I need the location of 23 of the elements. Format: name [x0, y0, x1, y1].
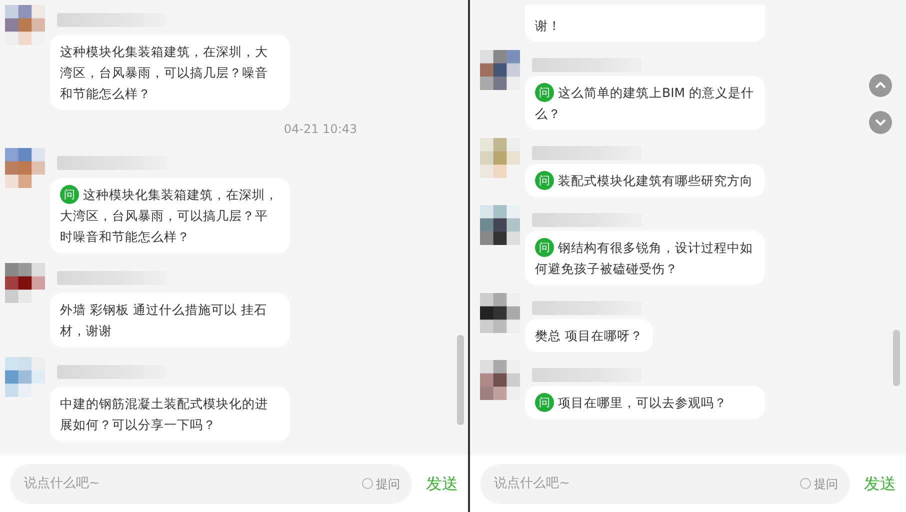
message-bubble: 谢！ — [525, 5, 765, 42]
message-bubble: 问 项目在哪里，可以去参观吗？ — [525, 386, 765, 419]
scroll-up-button[interactable] — [869, 74, 892, 97]
message-input[interactable]: 说点什么吧~ 提问 — [10, 464, 412, 504]
scrollbar-thumb[interactable] — [893, 330, 900, 386]
chevron-up-icon — [875, 82, 886, 89]
message-bubble: 问 钢结构有很多锐角，设计过程中如何避免孩子被磕碰受伤？ — [525, 231, 765, 285]
message-bubble: 樊总 项目在哪呀？ — [525, 319, 653, 352]
message-bubble: 问 装配式模块化建筑有哪些研究方向 — [525, 164, 765, 197]
send-button[interactable]: 发送 — [864, 472, 896, 496]
message-bubble: 这种模块化集装箱建筑，在深圳，大湾区，台风暴雨，可以搞几层？噪音和节能怎么样？ — [50, 35, 290, 110]
message-bubble: 外墙 彩钢板 通过什么措施可以 挂石材，谢谢 — [50, 293, 290, 347]
scroll-down-button[interactable] — [869, 111, 892, 134]
send-button[interactable]: 发送 — [426, 472, 458, 496]
ask-question-radio[interactable]: 提问 — [362, 474, 400, 492]
chevron-down-icon — [875, 119, 886, 126]
timestamp: 04-21 10:43 — [284, 121, 358, 138]
message-bubble: 问 这种模块化集装箱建筑，在深圳，大湾区，台风暴雨，可以搞几层？平时噪音和节能怎么样？ — [50, 178, 290, 253]
scrollbar-thumb[interactable] — [457, 335, 464, 425]
message-bubble: 中建的钢筋混凝土装配式模块化的进展如何？可以分享一下吗？ — [50, 387, 290, 441]
message-bubble: 问 这么简单的建筑上BIM 的意义是什么？ — [525, 76, 765, 130]
message-input[interactable]: 说点什么吧~ 提问 — [480, 464, 850, 504]
ask-question-radio[interactable]: 提问 — [800, 474, 838, 492]
